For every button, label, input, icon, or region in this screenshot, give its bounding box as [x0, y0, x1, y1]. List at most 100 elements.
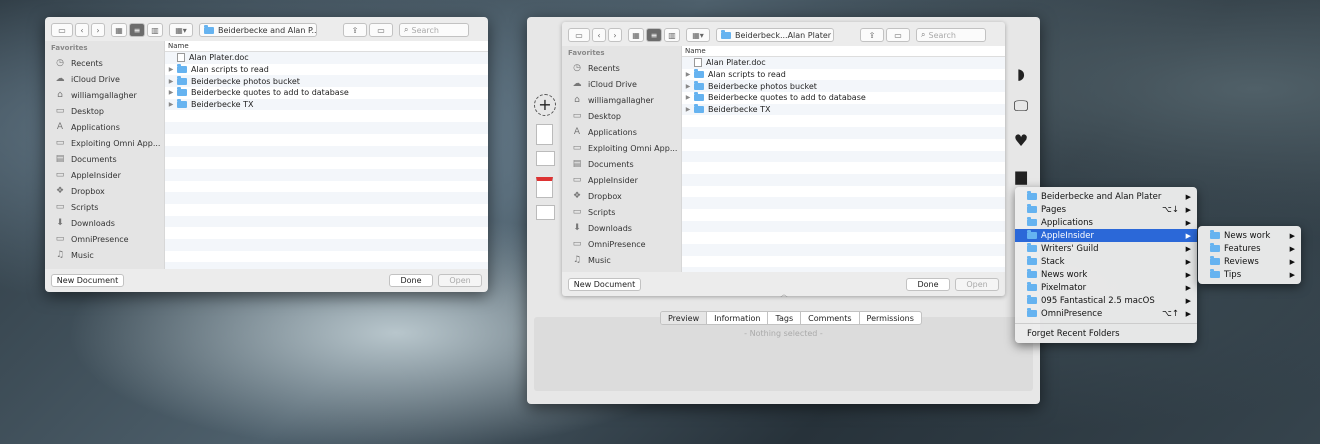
pdf-thumbnail[interactable] — [536, 177, 553, 198]
share-button[interactable]: ⇪ — [860, 28, 884, 42]
recent-folders-icon[interactable]: ▆ — [1010, 167, 1032, 185]
tab-preview[interactable]: Preview — [661, 312, 708, 324]
sidebar-item[interactable]: ☁ iCloud Drive — [562, 76, 681, 92]
arrange-button[interactable]: ▦▾ — [686, 28, 710, 42]
menu-item[interactable]: OmniPresence ⌥↑ ▶ — [1015, 307, 1197, 320]
sidebar-item[interactable]: ▭ Scripts — [45, 199, 164, 215]
back-button[interactable]: ‹ — [75, 23, 89, 37]
blank-thumbnail[interactable] — [536, 205, 555, 220]
sidebar-toggle-button[interactable]: ▭ — [51, 23, 73, 37]
table-row[interactable]: ▶ Alan scripts to read — [165, 64, 488, 76]
tab-information[interactable]: Information — [707, 312, 769, 324]
new-document-button[interactable]: New Document — [568, 278, 641, 291]
search-input[interactable]: ⌕ Search — [399, 23, 469, 37]
tab-tags[interactable]: Tags — [768, 312, 802, 324]
forward-button[interactable]: › — [608, 28, 622, 42]
menu-item[interactable]: Stack ▶ — [1015, 255, 1197, 268]
sidebar-item[interactable]: ⬇ Downloads — [45, 215, 164, 231]
done-button[interactable]: Done — [389, 274, 433, 287]
tab-comments[interactable]: Comments — [801, 312, 860, 324]
sidebar-item[interactable]: A Applications — [45, 119, 164, 135]
heart-icon[interactable]: ♥ — [1010, 131, 1032, 150]
menu-item[interactable]: 095 Fantastical 2.5 macOS ▶ — [1015, 294, 1197, 307]
tag-button[interactable]: ▭ — [886, 28, 910, 42]
submenu-item[interactable]: Reviews ▶ — [1198, 255, 1301, 268]
column-view-button[interactable]: ▥ — [664, 28, 680, 42]
back-button[interactable]: ‹ — [592, 28, 606, 42]
template-thumbnail[interactable] — [536, 151, 555, 166]
table-row[interactable]: Alan Plater.doc — [682, 57, 1005, 69]
sidebar-item[interactable]: ▭ OmniPresence — [45, 231, 164, 247]
menu-item[interactable]: Writers' Guild ▶ — [1015, 242, 1197, 255]
open-button[interactable]: Open — [955, 278, 999, 291]
sidebar-toggle-button[interactable]: ▭ — [568, 28, 590, 42]
sidebar-item[interactable]: ▭ Desktop — [45, 103, 164, 119]
location-popup[interactable]: Beiderbecke and Alan P...⇕ — [199, 23, 317, 37]
sidebar-item[interactable]: ♫ Music — [45, 247, 164, 263]
name-column-header[interactable]: Name — [165, 41, 488, 52]
location-popup[interactable]: Beiderbeck...Alan Plater⇕ — [716, 28, 834, 42]
icon-view-button[interactable]: ▦ — [111, 23, 127, 37]
share-button[interactable]: ⇪ — [343, 23, 367, 37]
submenu-item[interactable]: News work ▶ — [1198, 229, 1301, 242]
disclosure-triangle-icon[interactable]: ▶ — [682, 94, 694, 101]
table-row[interactable]: ▶ Beiderbecke photos bucket — [682, 80, 1005, 93]
sidebar-item[interactable]: ▭ Exploiting Omni App... — [562, 140, 681, 156]
dock-document-icon[interactable]: ◗ — [1010, 65, 1032, 83]
disclosure-triangle-icon[interactable]: ▶ — [165, 101, 177, 108]
forget-recent-folders-item[interactable]: Forget Recent Folders — [1015, 327, 1197, 340]
icon-view-button[interactable]: ▦ — [628, 28, 644, 42]
disclosure-triangle-icon[interactable]: ▶ — [165, 78, 177, 85]
arrange-button[interactable]: ▦▾ — [169, 23, 193, 37]
submenu-item[interactable]: Tips ▶ — [1198, 268, 1301, 281]
table-row[interactable]: Alan Plater.doc — [165, 52, 488, 64]
sidebar-item[interactable]: A Applications — [562, 124, 681, 140]
menu-item[interactable]: Beiderbecke and Alan Plater ▶ — [1015, 190, 1197, 203]
search-input[interactable]: ⌕ Search — [916, 28, 986, 42]
sidebar-item[interactable]: ▭ Desktop — [562, 108, 681, 124]
sidebar-item[interactable]: ▭ Exploiting Omni App... — [45, 135, 164, 151]
table-row[interactable]: ▶ Alan scripts to read — [682, 69, 1005, 81]
sidebar-item[interactable]: ⌂ williamgallagher — [45, 87, 164, 103]
sidebar-item[interactable]: ▭ Scripts — [562, 204, 681, 220]
menu-item[interactable]: Pixelmator ▶ — [1015, 281, 1197, 294]
disclosure-triangle-icon[interactable]: ▶ — [682, 106, 694, 113]
done-button[interactable]: Done — [906, 278, 950, 291]
tag-button[interactable]: ▭ — [369, 23, 393, 37]
monitor-icon[interactable]: 🖵 — [1010, 97, 1032, 115]
sidebar-item[interactable]: ▭ AppleInsider — [45, 167, 164, 183]
disclosure-triangle-icon[interactable]: ▶ — [165, 66, 177, 73]
menu-item[interactable]: Applications ▶ — [1015, 216, 1197, 229]
sidebar-item[interactable]: ⌂ williamgallagher — [562, 92, 681, 108]
sidebar-item[interactable]: ❖ Dropbox — [45, 183, 164, 199]
disclosure-triangle-icon[interactable]: ▶ — [682, 83, 694, 90]
sidebar-item[interactable]: ☁ iCloud Drive — [45, 71, 164, 87]
tab-permissions[interactable]: Permissions — [860, 312, 921, 324]
table-row[interactable]: ▶ Beiderbecke quotes to add to database — [165, 87, 488, 99]
document-thumbnail[interactable] — [536, 124, 553, 145]
sidebar-item[interactable]: ▤ Documents — [562, 156, 681, 172]
sidebar-item[interactable]: ⬇ Downloads — [562, 220, 681, 236]
sidebar-item[interactable]: ♫ Music — [562, 252, 681, 268]
collapse-handle[interactable]: ︿ — [777, 289, 791, 298]
disclosure-triangle-icon[interactable]: ▶ — [165, 89, 177, 96]
sidebar-item[interactable]: ▭ AppleInsider — [562, 172, 681, 188]
forward-button[interactable]: › — [91, 23, 105, 37]
table-row[interactable]: ▶ Beiderbecke TX — [682, 103, 1005, 116]
open-button[interactable]: Open — [438, 274, 482, 287]
name-column-header[interactable]: Name — [682, 46, 1005, 57]
table-row[interactable]: ▶ Beiderbecke TX — [165, 98, 488, 111]
list-view-button[interactable]: ≡ — [129, 23, 145, 37]
sidebar-item[interactable]: ▤ Documents — [45, 151, 164, 167]
column-view-button[interactable]: ▥ — [147, 23, 163, 37]
menu-item[interactable]: AppleInsider ▶ — [1015, 229, 1197, 242]
table-row[interactable]: ▶ Beiderbecke photos bucket — [165, 75, 488, 88]
menu-item[interactable]: News work ▶ — [1015, 268, 1197, 281]
sidebar-item[interactable]: ◷ Recents — [45, 55, 164, 71]
menu-item[interactable]: Pages ⌥↓ ▶ — [1015, 203, 1197, 216]
sidebar-item[interactable]: ◷ Recents — [562, 60, 681, 76]
sidebar-item[interactable]: ▭ OmniPresence — [562, 236, 681, 252]
submenu-item[interactable]: Features ▶ — [1198, 242, 1301, 255]
sidebar-item[interactable]: ❖ Dropbox — [562, 188, 681, 204]
disclosure-triangle-icon[interactable]: ▶ — [682, 71, 694, 78]
